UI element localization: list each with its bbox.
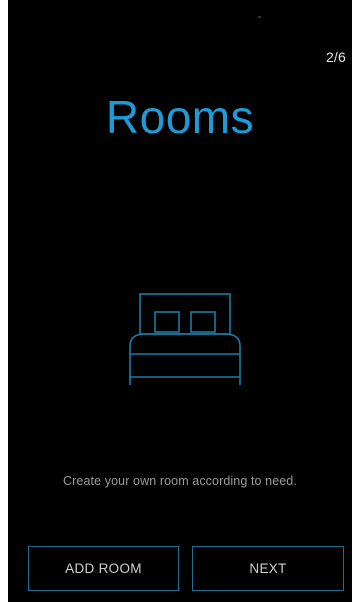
onboarding-screen: 2/6 Rooms Create your own room according… (8, 0, 352, 602)
add-room-button[interactable]: ADD ROOM (28, 546, 179, 591)
page-title: Rooms (105, 91, 255, 143)
page-counter: 2/6 (325, 49, 346, 65)
onboarding-description: Create your own room according to need. (63, 474, 297, 488)
camera-indicator (258, 16, 261, 18)
next-button[interactable]: NEXT (192, 546, 344, 591)
bed-icon (127, 292, 243, 388)
